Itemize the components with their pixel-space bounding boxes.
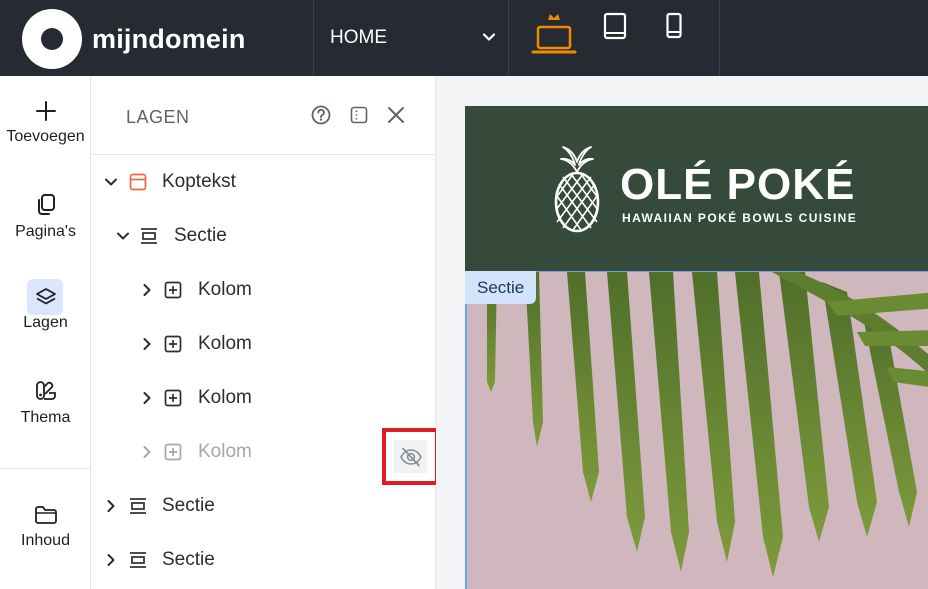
chevron-right-icon[interactable] <box>140 391 154 405</box>
rail-item-label: Thema <box>20 409 71 426</box>
visibility-toggle-highlight[interactable] <box>382 428 439 485</box>
panel-title: LAGEN <box>126 107 190 127</box>
tablet-view-icon[interactable] <box>603 12 627 42</box>
chevron-down-icon[interactable] <box>104 175 118 189</box>
chevron-right-icon[interactable] <box>140 283 154 297</box>
column-icon <box>164 335 182 353</box>
layer-row-kolom[interactable]: Kolom <box>91 263 436 317</box>
brand-logo <box>22 9 82 69</box>
layer-row-sectie[interactable]: Sectie <box>91 533 436 587</box>
chevron-right-icon[interactable] <box>140 445 154 459</box>
column-icon <box>164 389 182 407</box>
layer-row-kolom[interactable]: Kolom <box>91 317 436 371</box>
left-rail: Toevoegen Pagina's Lagen Thema Inhoud <box>0 76 91 589</box>
rail-item-lagen[interactable]: Lagen <box>0 286 91 332</box>
section-icon <box>130 498 146 514</box>
theme-icon <box>35 381 56 400</box>
eye-off-icon <box>399 447 422 466</box>
pages-icon <box>37 194 55 215</box>
chevron-right-icon[interactable] <box>140 337 154 351</box>
layer-label: Kolom <box>198 333 252 354</box>
hero-section[interactable] <box>465 271 928 589</box>
palm-leaf-image <box>487 272 928 577</box>
layer-row-sectie[interactable]: Sectie <box>91 209 436 263</box>
rail-item-label: Toevoegen <box>6 128 85 145</box>
layer-label: Kolom <box>198 441 252 462</box>
chevron-down-icon[interactable] <box>116 229 130 243</box>
editor-canvas[interactable]: OLÉ POKÉ HAWAIIAN POKÉ BOWLS CUISINE Sec… <box>436 76 928 589</box>
rail-item-label: Inhoud <box>21 532 70 549</box>
dock-icon[interactable] <box>348 104 370 126</box>
column-icon <box>164 443 182 461</box>
close-icon[interactable] <box>385 104 407 126</box>
plus-icon <box>35 101 56 121</box>
layer-label: Kolom <box>198 387 252 408</box>
site-preview[interactable]: OLÉ POKÉ HAWAIIAN POKÉ BOWLS CUISINE Sec… <box>465 106 928 589</box>
section-icon <box>130 552 146 568</box>
top-divider <box>719 0 720 76</box>
chevron-down-icon <box>482 33 496 41</box>
layer-row-kolom[interactable]: Kolom <box>91 371 436 425</box>
desktop-view-icon[interactable] <box>531 12 577 56</box>
rail-item-toevoegen[interactable]: Toevoegen <box>0 100 91 146</box>
layers-icon <box>35 288 56 305</box>
rail-item-label: Lagen <box>23 314 68 331</box>
brand-name: mijndomein <box>92 23 246 54</box>
rail-item-label: Pagina's <box>15 223 76 240</box>
layer-label: Koptekst <box>162 171 236 192</box>
site-tagline: HAWAIIAN POKÉ BOWLS CUISINE <box>622 211 858 225</box>
column-icon <box>164 281 182 299</box>
site-title: OLÉ POKÉ <box>620 160 856 209</box>
chevron-right-icon[interactable] <box>104 553 118 567</box>
brand[interactable]: mijndomein <box>22 9 246 69</box>
visibility-toggle-button[interactable] <box>394 440 427 473</box>
rail-item-thema[interactable]: Thema <box>0 379 91 427</box>
rail-item-paginas[interactable]: Pagina's <box>0 193 91 241</box>
page-select-value: HOME <box>330 27 387 48</box>
layer-label: Kolom <box>198 279 252 300</box>
section-label-tag[interactable]: Sectie <box>465 271 537 304</box>
layer-label: Sectie <box>174 225 227 246</box>
layers-panel: LAGEN Koptekst Sectie Kolom Kolom Kolom … <box>91 76 439 589</box>
chevron-right-icon[interactable] <box>104 499 118 513</box>
layer-label: Sectie <box>162 549 215 570</box>
page-select[interactable]: HOME <box>314 0 508 76</box>
layer-label: Sectie <box>162 495 215 516</box>
header-icon <box>129 173 147 191</box>
section-icon <box>141 228 157 244</box>
site-header[interactable]: OLÉ POKÉ HAWAIIAN POKÉ BOWLS CUISINE <box>465 106 928 271</box>
pineapple-logo-icon <box>554 146 600 233</box>
rail-separator <box>0 468 91 469</box>
layer-row-sectie[interactable]: Sectie <box>91 479 436 533</box>
top-bar: mijndomein HOME <box>0 0 928 76</box>
help-icon[interactable] <box>310 104 332 126</box>
device-switcher <box>509 0 719 76</box>
folder-icon <box>34 506 57 524</box>
layer-row-koptekst[interactable]: Koptekst <box>91 155 436 209</box>
rail-item-inhoud[interactable]: Inhoud <box>0 504 91 550</box>
mobile-view-icon[interactable] <box>666 12 682 42</box>
